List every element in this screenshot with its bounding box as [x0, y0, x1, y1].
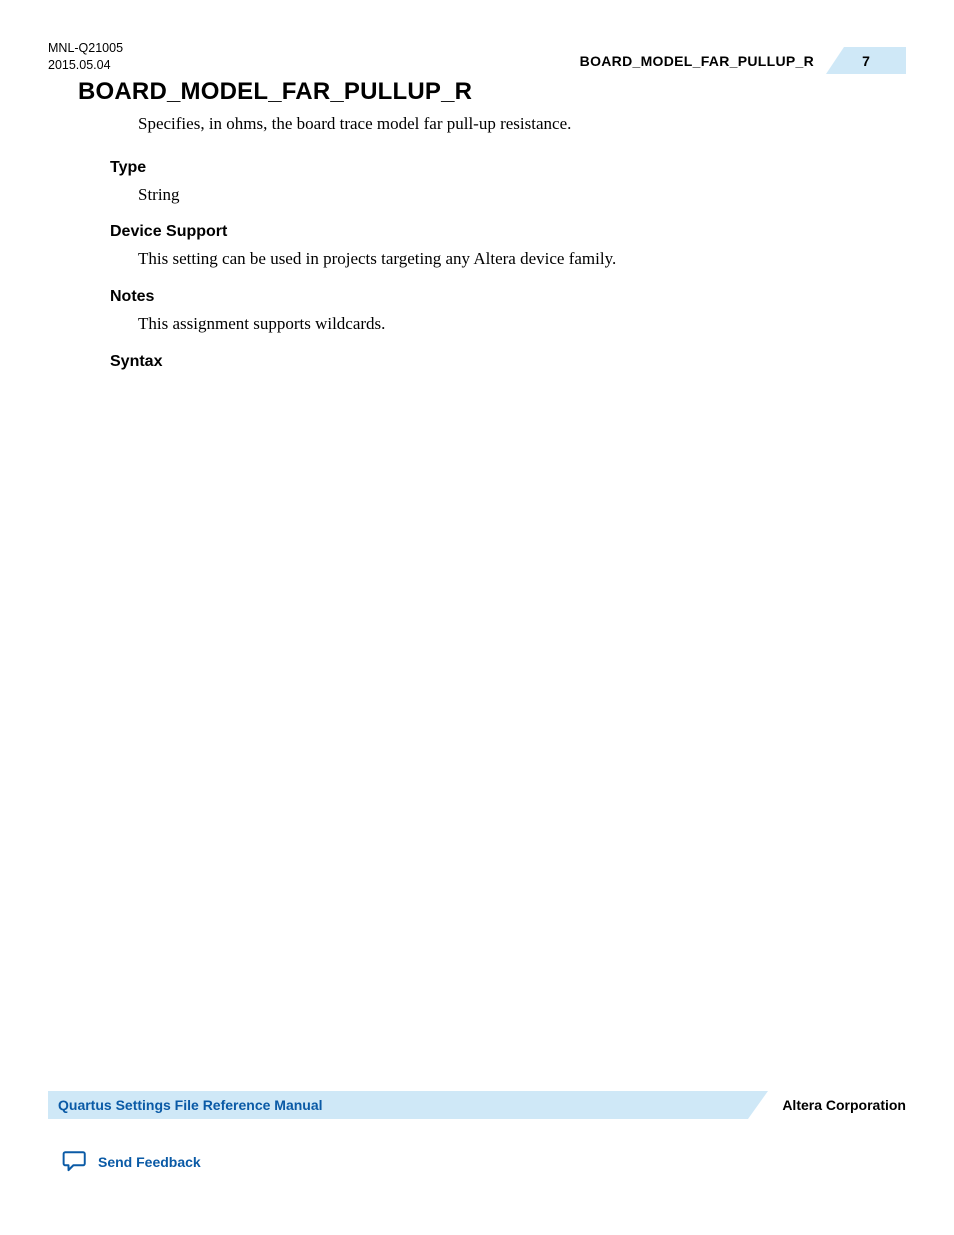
running-title: BOARD_MODEL_FAR_PULLUP_R [580, 53, 826, 69]
intro-text: Specifies, in ohms, the board trace mode… [138, 112, 888, 137]
section-body: This assignment supports wildcards. [138, 312, 888, 337]
speech-bubble-icon [62, 1149, 88, 1175]
page-number-badge: 7 [826, 50, 906, 72]
manual-title-link[interactable]: Quartus Settings File Reference Manual [58, 1091, 323, 1119]
send-feedback-label: Send Feedback [98, 1154, 201, 1170]
page-number: 7 [826, 50, 906, 72]
corporation-name: Altera Corporation [782, 1091, 906, 1119]
section-syntax: Syntax [110, 353, 888, 371]
doc-date: 2015.05.04 [48, 57, 123, 74]
footer-ribbon: Quartus Settings File Reference Manual A… [48, 1091, 906, 1119]
page-title: BOARD_MODEL_FAR_PULLUP_R [78, 78, 888, 106]
section-heading: Syntax [110, 353, 888, 371]
page: MNL-Q21005 2015.05.04 BOARD_MODEL_FAR_PU… [0, 0, 954, 1235]
section-notes: Notes This assignment supports wildcards… [110, 288, 888, 337]
section-heading: Notes [110, 288, 888, 306]
section-body: String [138, 183, 888, 208]
header-left: MNL-Q21005 2015.05.04 [48, 40, 123, 74]
ribbon-slant [748, 1091, 768, 1119]
section-body: This setting can be used in projects tar… [138, 247, 888, 272]
section-heading: Type [110, 159, 888, 177]
section-type: Type String [110, 159, 888, 208]
section-heading: Device Support [110, 223, 888, 241]
doc-id: MNL-Q21005 [48, 40, 123, 57]
header-right: BOARD_MODEL_FAR_PULLUP_R 7 [580, 50, 906, 72]
content: BOARD_MODEL_FAR_PULLUP_R Specifies, in o… [78, 78, 888, 387]
section-device-support: Device Support This setting can be used … [110, 223, 888, 272]
footer: Quartus Settings File Reference Manual A… [48, 1091, 906, 1175]
send-feedback-link[interactable]: Send Feedback [62, 1149, 906, 1175]
